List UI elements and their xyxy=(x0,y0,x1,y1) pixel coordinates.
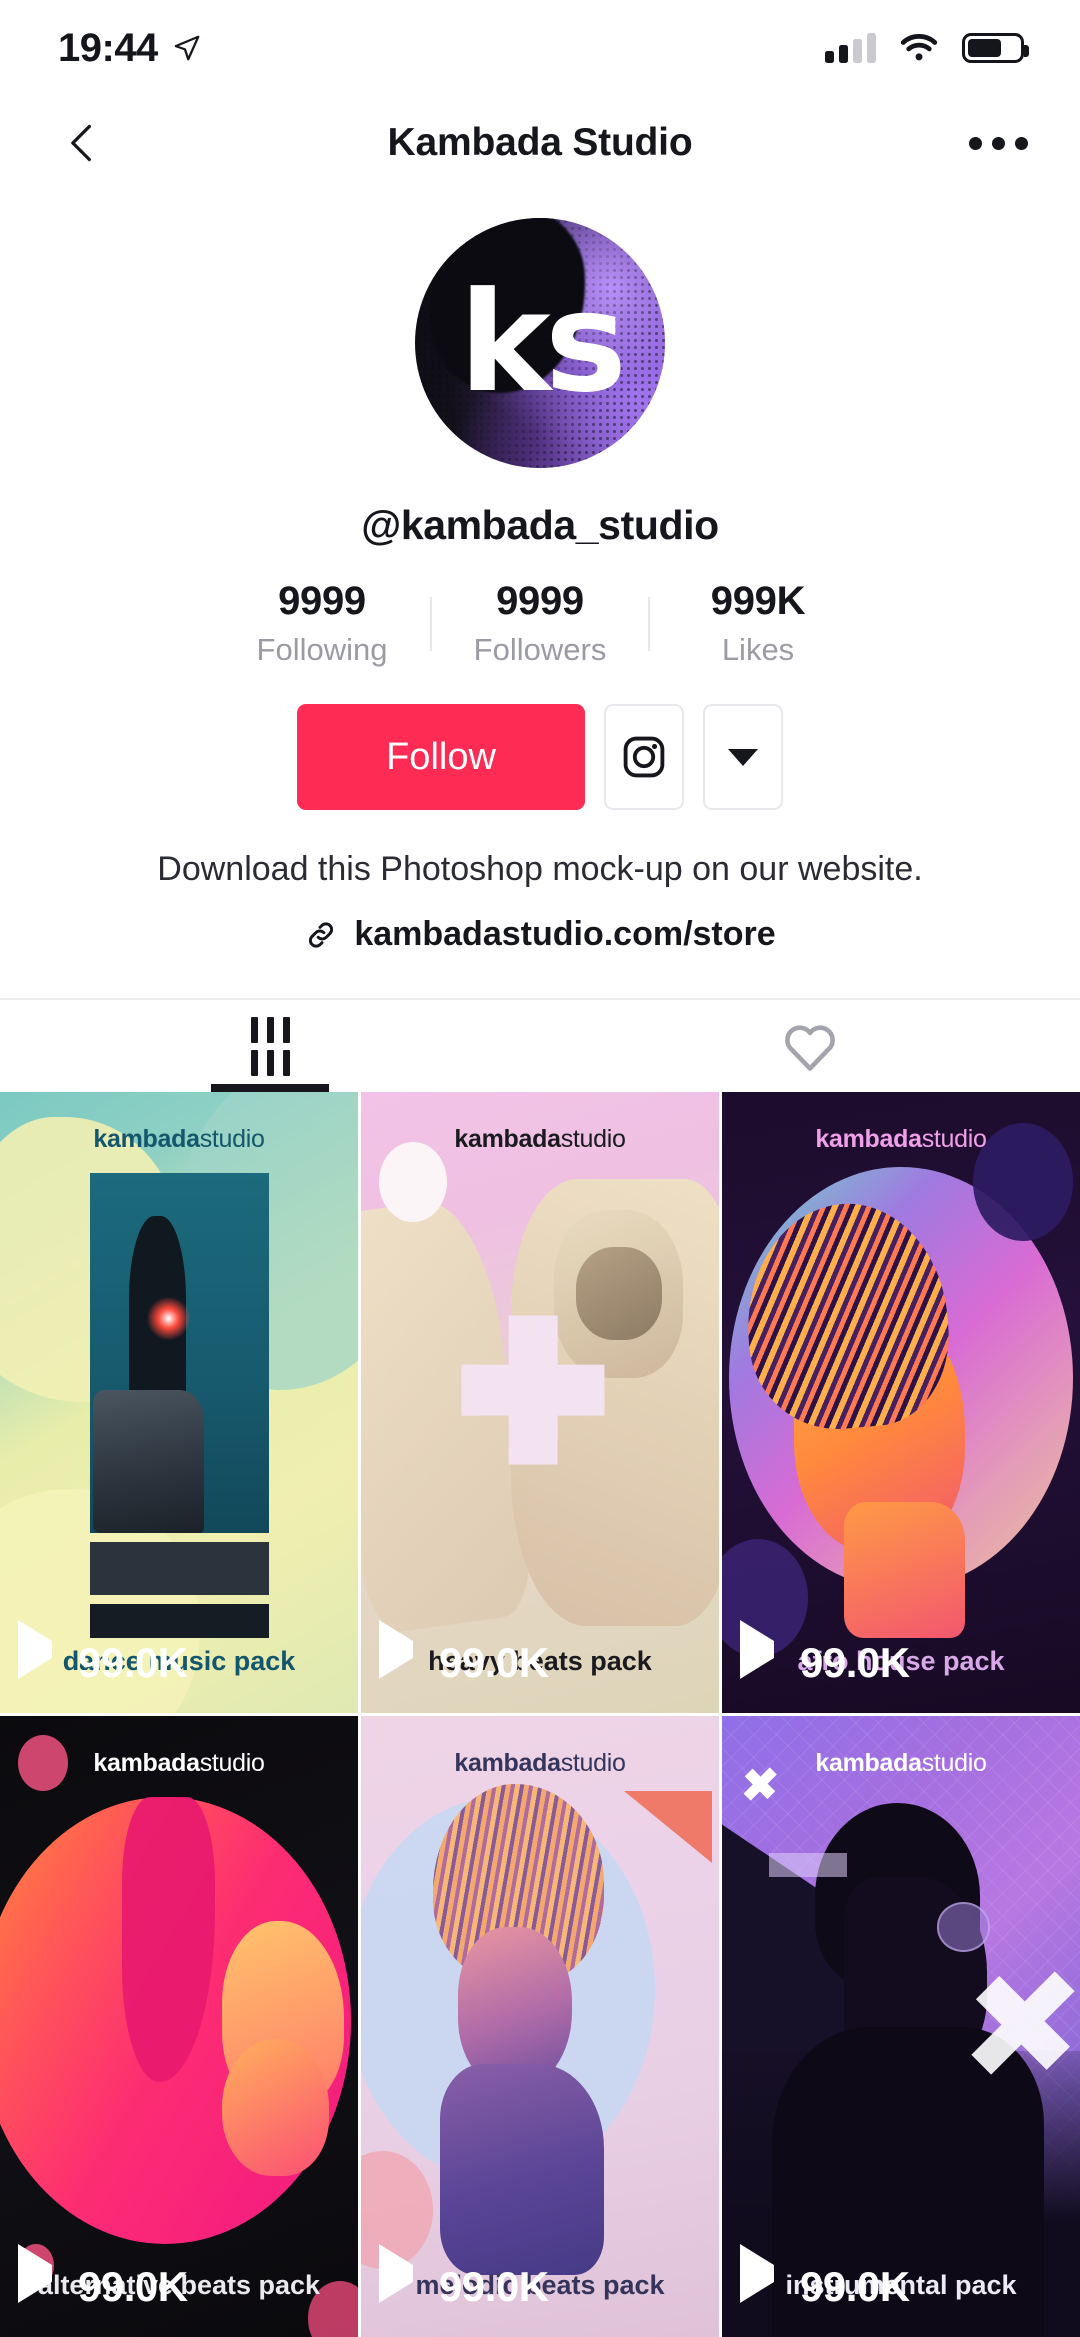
chevron-left-icon xyxy=(71,124,91,162)
video-thumbnail[interactable]: kambadastudio heavy beats pack 99.0K xyxy=(361,1092,719,1713)
link-chain-icon xyxy=(309,921,334,948)
thumbnail-watermark: kambadastudio xyxy=(454,1125,626,1153)
stat-value: 999K xyxy=(710,579,806,623)
video-thumbnail[interactable]: kambadastudio alternative beats pack 99.… xyxy=(0,1716,358,2337)
username: @kambada_studio xyxy=(361,502,719,548)
profile-screen: 19:44 Kambada Studio ks @kambada_studio … xyxy=(0,0,1080,2337)
triangle-shape-icon xyxy=(623,1790,712,1863)
play-icon xyxy=(18,2244,62,2309)
stat-likes[interactable]: 999K Likes xyxy=(650,579,866,668)
play-icon xyxy=(379,2244,423,2309)
thumbnail-watermark: kambadastudio xyxy=(815,1125,987,1153)
more-actions-button[interactable] xyxy=(703,704,783,810)
page-title: Kambada Studio xyxy=(387,121,693,164)
battery-icon xyxy=(962,33,1029,63)
video-grid: kambadastudio dance music pack 99.0K kam… xyxy=(0,1092,1080,2337)
tab-posts[interactable] xyxy=(0,1000,540,1092)
content-tabs xyxy=(0,998,1080,1092)
back-button[interactable] xyxy=(52,113,112,173)
play-icon xyxy=(740,1620,784,1685)
play-count-value: 99.0K xyxy=(439,1639,549,1686)
profile-section: ks @kambada_studio 9999 Following 9999 F… xyxy=(0,190,1080,954)
status-bar-left: 19:44 xyxy=(58,26,202,71)
video-thumbnail[interactable]: kambadastudio melodic beats pack 99.0K xyxy=(361,1716,719,2337)
stat-label: Likes xyxy=(721,632,795,667)
chevron-down-icon xyxy=(728,748,758,766)
stat-following[interactable]: 9999 Following xyxy=(214,579,430,668)
play-icon xyxy=(18,1620,62,1685)
status-time: 19:44 xyxy=(58,25,158,70)
stats-row: 9999 Following 9999 Followers 999K Likes xyxy=(214,579,866,668)
location-arrow-icon xyxy=(174,35,200,61)
active-tab-indicator xyxy=(211,1084,329,1092)
video-thumbnail[interactable]: kambadastudio instrumental pack 99.0K xyxy=(722,1716,1080,2337)
play-icon xyxy=(379,1620,423,1685)
status-bar: 19:44 xyxy=(0,0,1080,96)
stat-value: 9999 xyxy=(496,579,584,623)
video-thumbnail[interactable]: kambadastudio afro house pack 99.0K xyxy=(722,1092,1080,1713)
action-row: Follow xyxy=(297,704,783,810)
stat-label: Following xyxy=(256,632,388,667)
grid-icon xyxy=(250,1016,290,1076)
play-count-value: 99.0K xyxy=(78,1639,188,1686)
x-shape-icon xyxy=(971,1964,1075,2082)
play-count: 99.0K xyxy=(379,2244,549,2311)
follow-button[interactable]: Follow xyxy=(297,704,585,810)
heart-icon xyxy=(785,1025,835,1071)
tab-liked[interactable] xyxy=(540,1000,1080,1092)
stat-label: Followers xyxy=(473,632,607,667)
x-shape-icon xyxy=(461,1315,605,1465)
instagram-icon xyxy=(623,736,665,778)
play-count: 99.0K xyxy=(18,2244,188,2311)
thumbnail-watermark: kambadastudio xyxy=(815,1749,987,1777)
page-header: Kambada Studio xyxy=(0,96,1080,190)
wifi-icon xyxy=(900,34,938,61)
video-thumbnail[interactable]: kambadastudio dance music pack 99.0K xyxy=(0,1092,358,1713)
play-count: 99.0K xyxy=(18,1620,188,1687)
bio-link[interactable]: kambadastudio.com/store xyxy=(304,915,776,954)
avatar-initials: ks xyxy=(459,262,627,423)
stat-followers[interactable]: 9999 Followers xyxy=(432,579,648,668)
thumbnail-watermark: kambadastudio xyxy=(93,1749,265,1777)
cellular-signal-icon xyxy=(825,33,876,63)
instagram-button[interactable] xyxy=(604,704,684,810)
play-count: 99.0K xyxy=(740,1620,910,1687)
play-count-value: 99.0K xyxy=(78,2263,188,2310)
bio-link-text: kambadastudio.com/store xyxy=(354,915,776,953)
play-count-value: 99.0K xyxy=(439,2263,549,2310)
more-options-icon xyxy=(969,136,982,150)
play-count-value: 99.0K xyxy=(800,1639,910,1686)
status-bar-right xyxy=(825,33,1029,63)
play-count: 99.0K xyxy=(740,2244,910,2311)
stat-value: 9999 xyxy=(278,579,366,623)
bio-text: Download this Photoshop mock-up on our w… xyxy=(157,850,923,888)
avatar[interactable]: ks xyxy=(415,218,665,468)
play-count: 99.0K xyxy=(379,1620,549,1687)
thumbnail-watermark: kambadastudio xyxy=(454,1749,626,1777)
more-options-button[interactable] xyxy=(969,136,1028,150)
play-count-value: 99.0K xyxy=(800,2263,910,2310)
thumbnail-watermark: kambadastudio xyxy=(93,1125,265,1153)
play-icon xyxy=(740,2244,784,2309)
